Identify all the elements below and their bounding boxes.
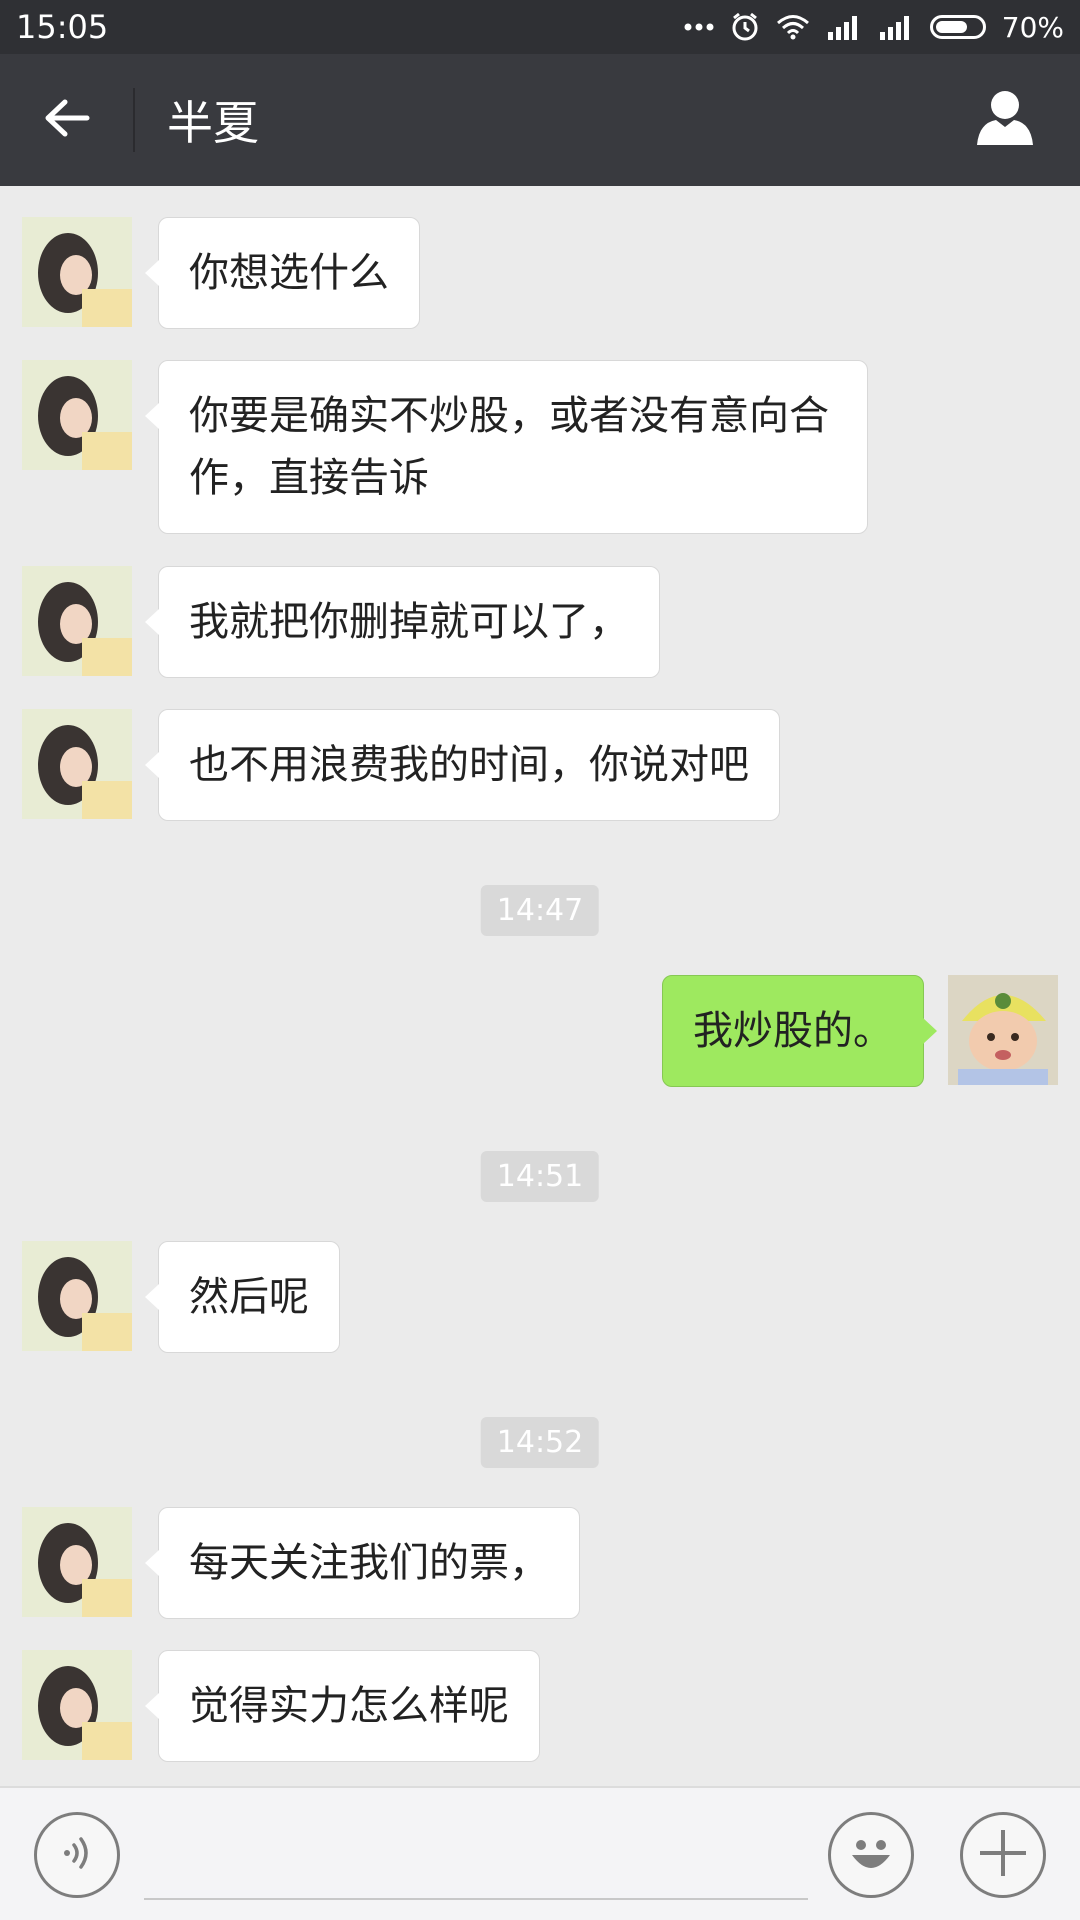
message-bubble[interactable]: 也不用浪费我的时间，你说对吧 bbox=[145, 709, 780, 821]
alarm-icon bbox=[730, 12, 760, 42]
chat-info-button[interactable] bbox=[950, 54, 1060, 186]
back-button[interactable] bbox=[0, 54, 133, 186]
contact-avatar[interactable] bbox=[22, 360, 132, 470]
input-bar bbox=[0, 1786, 1080, 1920]
message-bubble[interactable]: 觉得实力怎么样呢 bbox=[145, 1650, 540, 1762]
timestamp: 14:47 bbox=[480, 885, 600, 936]
voice-button[interactable] bbox=[34, 1812, 120, 1898]
message-text: 也不用浪费我的时间，你说对吧 bbox=[189, 742, 749, 788]
message-text: 我炒股的。 bbox=[693, 1008, 893, 1054]
voice-icon bbox=[55, 1831, 99, 1879]
status-time: 15:05 bbox=[16, 8, 109, 46]
message-bubble[interactable]: 你想选什么 bbox=[145, 217, 420, 329]
message-row: 我炒股的。 bbox=[0, 975, 1080, 1087]
contact-avatar[interactable] bbox=[22, 1507, 132, 1617]
message-bubble[interactable]: 每天关注我们的票， bbox=[145, 1507, 580, 1619]
more-dots-icon bbox=[684, 22, 714, 32]
chat-title: 半夏 bbox=[167, 96, 259, 150]
message-row: 然后呢 bbox=[0, 1241, 1080, 1353]
message-text: 你要是确实不炒股，或者没有意向合作，直接告诉 bbox=[189, 393, 829, 501]
message-row: 我就把你删掉就可以了， bbox=[0, 566, 1080, 678]
message-row: 你想选什么 bbox=[0, 217, 1080, 329]
timestamp: 14:51 bbox=[480, 1151, 600, 1202]
message-list[interactable]: 你想选什么 你要是确实不炒股，或者没有意向合作，直接告诉 我就把你删掉就可以了，… bbox=[0, 186, 1080, 1786]
emoji-icon bbox=[841, 1823, 901, 1887]
message-bubble[interactable]: 我就把你删掉就可以了， bbox=[145, 566, 660, 678]
contact-avatar[interactable] bbox=[22, 566, 132, 676]
contact-avatar[interactable] bbox=[22, 217, 132, 327]
message-bubble[interactable]: 然后呢 bbox=[145, 1241, 340, 1353]
battery-icon bbox=[929, 15, 986, 39]
title-divider bbox=[133, 88, 135, 152]
contact-avatar[interactable] bbox=[22, 1241, 132, 1351]
my-avatar[interactable] bbox=[948, 975, 1058, 1085]
person-icon bbox=[974, 87, 1036, 153]
signal-icon bbox=[826, 14, 862, 40]
message-bubble[interactable]: 我炒股的。 bbox=[662, 975, 937, 1087]
contact-avatar[interactable] bbox=[22, 709, 132, 819]
plus-icon bbox=[976, 1826, 1030, 1884]
message-text: 然后呢 bbox=[189, 1274, 309, 1320]
message-row: 每天关注我们的票， bbox=[0, 1507, 1080, 1619]
message-text: 我就把你删掉就可以了， bbox=[189, 599, 629, 645]
emoji-button[interactable] bbox=[828, 1812, 914, 1898]
signal-icon bbox=[878, 14, 914, 40]
message-text: 觉得实力怎么样呢 bbox=[189, 1683, 509, 1729]
message-bubble[interactable]: 你要是确实不炒股，或者没有意向合作，直接告诉 bbox=[145, 360, 868, 534]
message-row: 也不用浪费我的时间，你说对吧 bbox=[0, 709, 1080, 821]
contact-avatar[interactable] bbox=[22, 1650, 132, 1760]
message-input[interactable] bbox=[144, 1808, 808, 1900]
timestamp: 14:52 bbox=[480, 1417, 600, 1468]
arrow-left-icon bbox=[43, 98, 91, 142]
status-bar: 15:05 70% bbox=[0, 0, 1080, 54]
status-icons: 70% bbox=[684, 11, 1064, 44]
message-text: 你想选什么 bbox=[189, 250, 389, 296]
message-row: 你要是确实不炒股，或者没有意向合作，直接告诉 bbox=[0, 360, 1080, 534]
wifi-icon bbox=[776, 14, 810, 40]
battery-percent: 70% bbox=[1001, 10, 1064, 44]
more-button[interactable] bbox=[960, 1812, 1046, 1898]
message-row: 觉得实力怎么样呢 bbox=[0, 1650, 1080, 1762]
title-bar: 半夏 bbox=[0, 54, 1080, 186]
message-text: 每天关注我们的票， bbox=[189, 1540, 549, 1586]
